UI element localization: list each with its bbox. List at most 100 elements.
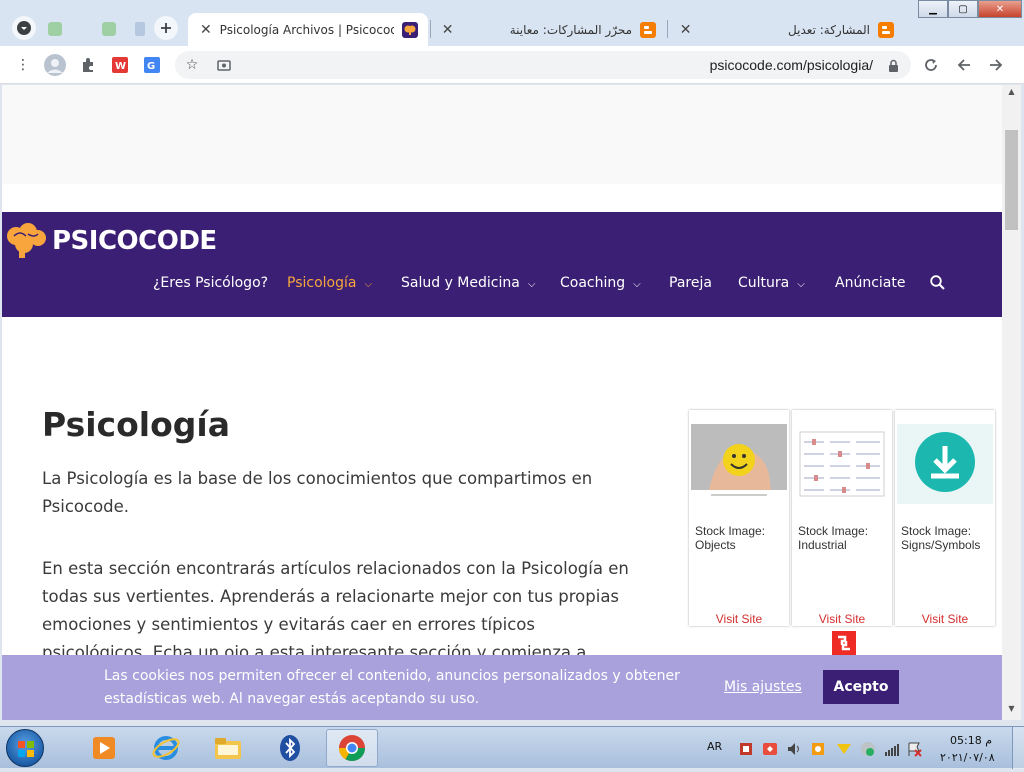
top-ad-slot	[2, 85, 1002, 184]
search-icon[interactable]	[930, 275, 945, 294]
nav-anunciate[interactable]: Anúnciate	[835, 275, 905, 291]
menu-kebab-icon[interactable]: ⋮	[12, 54, 34, 76]
forward-arrow-icon[interactable]	[985, 54, 1007, 76]
url-text: psicocode.com/psicologia/	[709, 57, 873, 73]
ad-image-circuit-symbols	[794, 424, 890, 504]
windows-taskbar: AR م 05:18 ٢٠٢١/٠٧/٠٨	[0, 726, 1024, 769]
site-logo[interactable]: PSICOCODE	[4, 222, 217, 260]
hidden-tab-fragment	[40, 16, 150, 42]
ad-image-stress-ball	[691, 424, 787, 496]
tab-title: محرّر المشاركات: معاينة	[509, 22, 632, 37]
ad-caption: Stock Image: Signs/Symbols	[901, 524, 981, 552]
bookmark-star-icon[interactable]: ☆	[181, 54, 203, 76]
blogger-favicon-icon	[640, 21, 656, 38]
window-close-button[interactable]: ✕	[978, 0, 1022, 18]
new-tab-button[interactable]	[154, 16, 178, 40]
page-info-icon[interactable]	[213, 54, 235, 76]
nav-label: ¿Eres Psicólogo?	[153, 275, 269, 291]
accept-cookies-button[interactable]: Acepto	[823, 670, 899, 704]
page-title: Psicología	[42, 405, 230, 444]
cookie-settings-link[interactable]: Mis ajustes	[724, 679, 802, 695]
close-icon[interactable]: ✕	[440, 22, 455, 38]
ad-visit-link[interactable]: Visit Site	[689, 612, 789, 626]
taskbar-file-explorer[interactable]	[202, 729, 254, 767]
taskbar-chrome[interactable]	[326, 729, 378, 767]
ad-card-objects[interactable]: Stock Image: Objects Visit Site	[689, 410, 789, 626]
clock-date[interactable]: ٢٠٢١/٠٧/٠٨	[940, 751, 995, 764]
browser-tab-strip: ✕ Psicología Archivos | Psicocode ✕ محرّ…	[0, 0, 1024, 46]
clock-time[interactable]: م 05:18	[950, 734, 992, 747]
ad-caption: Stock Image: Objects	[695, 524, 766, 552]
logo-text: PSICOCODE	[52, 226, 217, 256]
brain-favicon-icon	[402, 21, 418, 38]
brain-logo-icon	[7, 223, 46, 258]
tab-title: Psicología Archivos | Psicocode	[219, 22, 394, 37]
nav-salud-medicina[interactable]: Salud y Medicina ⌵	[401, 275, 535, 291]
faded-tab-icons	[48, 22, 145, 36]
nav-label: Salud y Medicina	[401, 275, 520, 291]
nav-label: Anúnciate	[835, 275, 906, 291]
profile-avatar[interactable]	[44, 54, 66, 76]
network-signal-icon[interactable]	[884, 741, 900, 757]
scroll-down-icon[interactable]: ▼	[1002, 704, 1021, 718]
window-controls: ▁ ▢ ✕	[918, 0, 1022, 18]
chevron-down-icon: ⌵	[364, 279, 373, 290]
tab-title: المشاركة: تعديل	[788, 22, 870, 37]
start-button[interactable]	[6, 729, 44, 767]
ad-caption: Stock Image: Industrial	[798, 524, 869, 552]
taskbar-media-player[interactable]	[78, 729, 130, 767]
wps-extension-icon[interactable]: W	[109, 54, 131, 76]
reload-icon[interactable]	[920, 54, 942, 76]
tray-security-icon[interactable]	[738, 741, 754, 757]
main-nav: ¿Eres Psicólogo? Psicología ⌵ Salud y Med…	[2, 275, 1002, 295]
svg-text:W: W	[115, 61, 126, 72]
lock-icon[interactable]	[888, 58, 899, 77]
taskbar-bluetooth[interactable]	[264, 729, 316, 767]
show-desktop-button[interactable]	[1012, 727, 1024, 769]
minimize-button[interactable]: ▁	[918, 0, 948, 18]
volume-icon[interactable]	[786, 741, 802, 757]
chevron-down-icon: ⌵	[797, 279, 805, 290]
page-scrollbar[interactable]: ▲ ▼	[1002, 85, 1021, 720]
internet-explorer-icon	[152, 736, 180, 760]
ad-visit-link[interactable]: Visit Site	[792, 612, 892, 626]
tray-yellow-icon[interactable]	[836, 741, 852, 757]
ad-image-download-icon	[897, 424, 993, 504]
close-icon[interactable]: ✕	[678, 22, 693, 38]
chrome-icon	[338, 735, 366, 762]
ad-visit-link[interactable]: Visit Site	[895, 612, 995, 626]
language-indicator[interactable]: AR	[707, 740, 722, 753]
plus-icon	[161, 23, 171, 33]
maximize-button[interactable]: ▢	[948, 0, 978, 18]
tab-search-button[interactable]	[12, 16, 36, 40]
action-center-flag-icon[interactable]	[906, 741, 922, 757]
extensions-puzzle-icon[interactable]	[77, 54, 99, 76]
scroll-thumb[interactable]	[1005, 130, 1018, 230]
ad-card-signs-symbols[interactable]: Stock Image: Signs/Symbols Visit Site	[895, 410, 995, 626]
svg-text:G: G	[147, 61, 155, 72]
nav-cultura[interactable]: Cultura ⌵	[738, 275, 805, 291]
cookie-consent-bar: Las cookies nos permiten ofrecer el cont…	[2, 655, 1002, 720]
nav-eres-psicologo[interactable]: ¿Eres Psicólogo?	[153, 275, 268, 291]
tab-post-editor-preview[interactable]: ✕ محرّر المشاركات: معاينة	[430, 13, 666, 46]
back-arrow-icon[interactable]	[953, 54, 975, 76]
tab-post-edit[interactable]: ✕ المشاركة: تعديل	[668, 13, 904, 46]
scroll-up-icon[interactable]: ▲	[1002, 87, 1021, 101]
tray-orange-icon[interactable]	[810, 741, 826, 757]
shutterstock-logo-icon	[832, 631, 856, 655]
close-icon[interactable]: ✕	[198, 22, 214, 38]
site-header: PSICOCODE ¿Eres Psicólogo? Psicología ⌵ S…	[2, 212, 1002, 317]
google-translate-icon[interactable]: G	[141, 54, 163, 76]
ad-card-industrial[interactable]: Stock Image: Industrial Visit Site	[792, 410, 892, 626]
tray-app-icon[interactable]	[762, 741, 778, 757]
nav-coaching[interactable]: Coaching ⌵	[560, 275, 641, 291]
nav-label: Coaching	[560, 275, 626, 291]
nav-pareja[interactable]: Pareja	[669, 275, 712, 291]
taskbar-internet-explorer[interactable]	[140, 729, 192, 767]
chevron-down-icon	[17, 21, 31, 35]
tab-psicocode[interactable]: ✕ Psicología Archivos | Psicocode	[188, 13, 428, 46]
tray-shield-icon[interactable]	[860, 741, 876, 757]
address-bar[interactable]: ☆ psicocode.com/psicologia/	[175, 51, 911, 79]
nav-label: Psicología	[287, 275, 357, 291]
nav-psicologia[interactable]: Psicología ⌵	[287, 275, 372, 291]
